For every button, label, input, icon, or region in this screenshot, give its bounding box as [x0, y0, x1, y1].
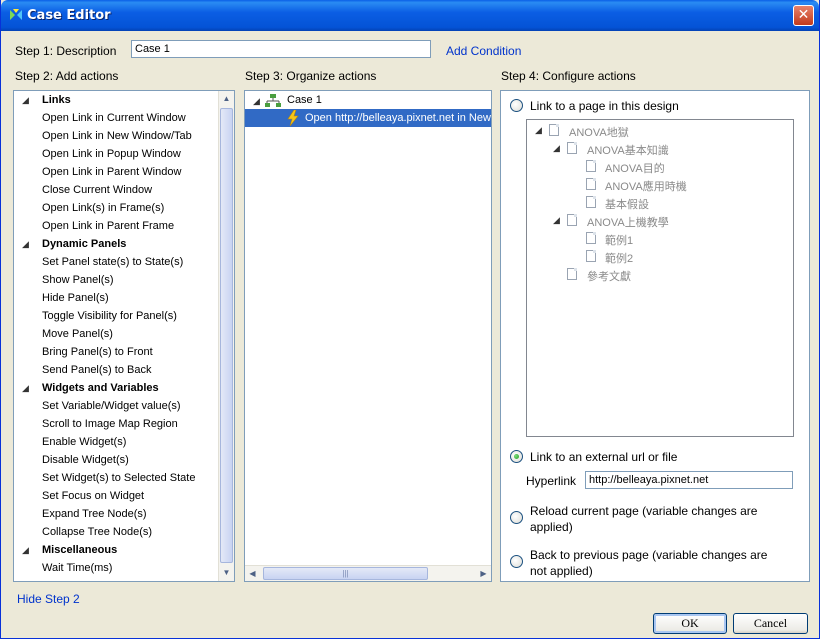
expand-triangle-icon[interactable]: ◢ — [22, 239, 29, 250]
radio-back-page[interactable] — [510, 555, 523, 568]
scroll-left-icon[interactable]: ◀ — [245, 566, 260, 581]
expand-triangle-icon[interactable]: ◢ — [253, 96, 260, 107]
actions-scrollbar[interactable]: ▲ ▼ — [218, 91, 234, 581]
action-item[interactable]: Open Link in Current Window — [42, 112, 186, 124]
radio-external-link[interactable] — [510, 450, 523, 463]
scroll-up-icon[interactable]: ▲ — [219, 91, 234, 107]
step3-label: Step 3: Organize actions — [245, 69, 377, 83]
radio-reload-page[interactable] — [510, 511, 523, 524]
expand-triangle-icon[interactable]: ◢ — [535, 125, 542, 136]
lightning-icon — [287, 110, 299, 126]
h-scroll-thumb[interactable]: ||| — [263, 567, 428, 580]
tree-node-example2[interactable]: 範例2 — [605, 250, 633, 266]
action-item[interactable]: Send Panel(s) to Back — [42, 364, 151, 376]
page-icon — [586, 250, 596, 262]
scroll-thumb[interactable] — [220, 108, 233, 563]
expand-triangle-icon[interactable]: ◢ — [553, 215, 560, 226]
add-condition-link[interactable]: Add Condition — [446, 44, 521, 58]
action-item[interactable]: Set Widget(s) to Selected State — [42, 472, 195, 484]
action-item[interactable]: Open Link in Parent Frame — [42, 220, 174, 232]
expand-triangle-icon[interactable]: ◢ — [22, 545, 29, 556]
action-item[interactable]: Wait Time(ms) — [42, 562, 112, 574]
configure-actions-panel: Link to a page in this design ◢ ANOVA地獄 … — [500, 90, 810, 582]
option-reload-label-line1: Reload current page (variable changes ar… — [530, 504, 758, 518]
action-item[interactable]: Close Current Window — [42, 184, 152, 196]
radio-page-link[interactable] — [510, 99, 523, 112]
action-item[interactable]: Open Link(s) in Frame(s) — [42, 202, 164, 214]
page-icon — [586, 160, 596, 172]
hyperlink-input[interactable] — [585, 471, 793, 489]
case-tree-icon — [265, 94, 281, 107]
action-item[interactable]: Show Panel(s) — [42, 274, 114, 286]
scroll-down-icon[interactable]: ▼ — [219, 565, 234, 581]
app-logo-icon — [10, 9, 22, 20]
close-button[interactable]: ✕ — [793, 5, 814, 26]
page-icon — [586, 196, 596, 208]
page-icon — [567, 214, 577, 226]
action-group-header[interactable]: Links — [42, 94, 71, 106]
organize-actions-panel: ◢ Case 1 Open http://belleaya.pixnet.net… — [244, 90, 492, 582]
page-icon — [586, 178, 596, 190]
action-item[interactable]: Open Link in Popup Window — [42, 148, 181, 160]
tree-node-example1[interactable]: 範例1 — [605, 232, 633, 248]
step4-label: Step 4: Configure actions — [501, 69, 636, 83]
tree-node-root[interactable]: ANOVA地獄 — [569, 124, 629, 140]
tree-node-tutorial[interactable]: ANOVA上機教學 — [587, 214, 669, 230]
action-item[interactable]: Toggle Visibility for Panel(s) — [42, 310, 177, 322]
case-node[interactable]: Case 1 — [287, 94, 322, 106]
tree-node-purpose[interactable]: ANOVA目的 — [605, 160, 665, 176]
horizontal-scrollbar[interactable]: ◀ ||| ▶ — [245, 565, 491, 581]
page-icon — [567, 268, 577, 280]
actions-list: ◢ Links Open Link in Current Window Open Li… — [13, 90, 235, 582]
action-item[interactable]: Move Panel(s) — [42, 328, 113, 340]
window-title: Case Editor — [27, 8, 111, 23]
option-reload-label-line2: applied) — [530, 520, 573, 534]
expand-triangle-icon[interactable]: ◢ — [553, 143, 560, 154]
scroll-right-icon[interactable]: ▶ — [476, 566, 491, 581]
action-group-header[interactable]: Widgets and Variables — [42, 382, 159, 394]
action-item[interactable]: Scroll to Image Map Region — [42, 418, 178, 430]
option-back-label-line1: Back to previous page (variable changes … — [530, 548, 768, 562]
action-item[interactable]: Set Panel state(s) to State(s) — [42, 256, 183, 268]
ok-button[interactable]: OK — [653, 613, 727, 634]
step2-label: Step 2: Add actions — [15, 69, 119, 83]
tree-node-basic[interactable]: ANOVA基本知識 — [587, 142, 669, 158]
tree-node-timing[interactable]: ANOVA應用時機 — [605, 178, 687, 194]
cancel-button[interactable]: Cancel — [733, 613, 808, 634]
option-back-label-line2: not applied) — [530, 564, 593, 578]
action-item[interactable]: Open Link in New Window/Tab — [42, 130, 192, 142]
action-item[interactable]: Open http://belleaya.pixnet.net in New — [305, 112, 491, 124]
action-item[interactable]: Hide Panel(s) — [42, 292, 109, 304]
page-icon — [586, 232, 596, 244]
tree-node-assumptions[interactable]: 基本假設 — [605, 196, 649, 212]
action-group-header[interactable]: Miscellaneous — [42, 544, 117, 556]
action-item[interactable]: Collapse Tree Node(s) — [42, 526, 152, 538]
expand-triangle-icon[interactable]: ◢ — [22, 383, 29, 394]
action-item[interactable]: Set Focus on Widget — [42, 490, 144, 502]
option-external-label: Link to an external url or file — [530, 450, 678, 464]
step1-label: Step 1: Description — [15, 44, 117, 58]
page-tree: ◢ ANOVA地獄 ◢ ANOVA基本知識 ANOVA目的 ANOVA應用時機 … — [526, 119, 794, 437]
case-editor-window: Case Editor ✕ Step 1: Description Add Co… — [0, 0, 820, 639]
action-group-header[interactable]: Dynamic Panels — [42, 238, 126, 250]
expand-triangle-icon[interactable]: ◢ — [22, 95, 29, 106]
action-item[interactable]: Enable Widget(s) — [42, 436, 126, 448]
page-icon — [549, 124, 559, 136]
action-item[interactable]: Bring Panel(s) to Front — [42, 346, 153, 358]
hide-step2-link[interactable]: Hide Step 2 — [17, 592, 80, 606]
action-item[interactable]: Open Link in Parent Window — [42, 166, 181, 178]
tree-node-references[interactable]: 參考文獻 — [587, 268, 631, 284]
description-input[interactable] — [131, 40, 431, 58]
action-item[interactable]: Disable Widget(s) — [42, 454, 129, 466]
action-item[interactable]: Expand Tree Node(s) — [42, 508, 147, 520]
option-page-label: Link to a page in this design — [530, 99, 679, 113]
hyperlink-label: Hyperlink — [526, 474, 577, 488]
page-icon — [567, 142, 577, 154]
action-item[interactable]: Set Variable/Widget value(s) — [42, 400, 181, 412]
title-bar: Case Editor ✕ — [1, 0, 819, 31]
